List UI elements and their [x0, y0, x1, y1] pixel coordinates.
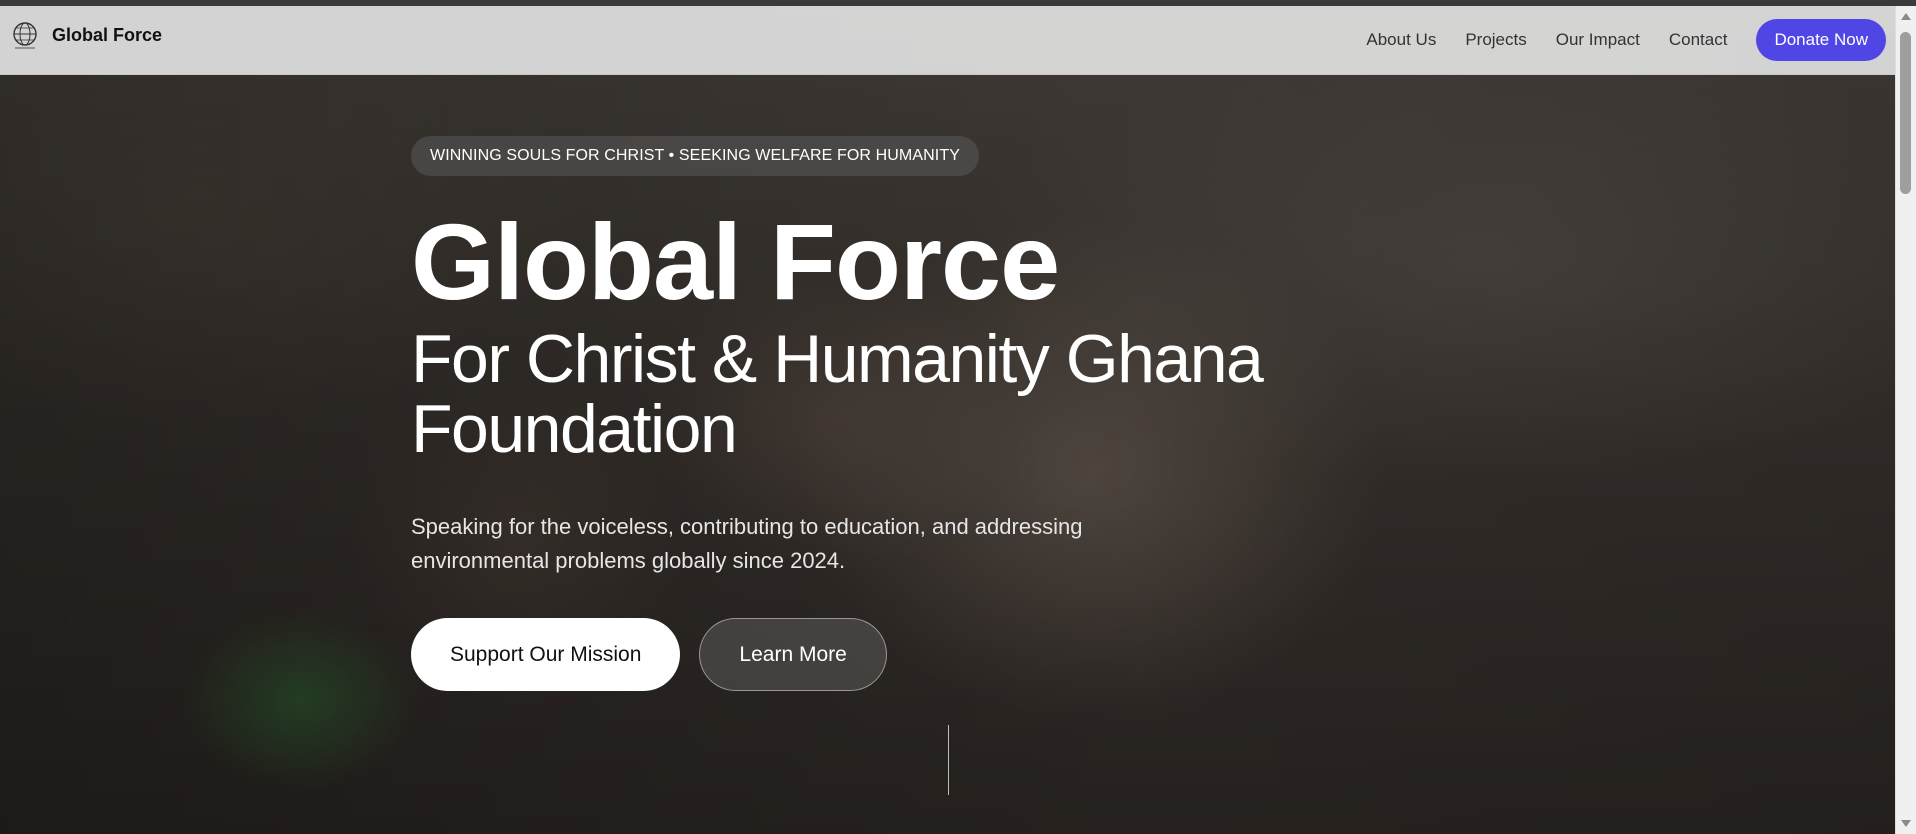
learn-more-button[interactable]: Learn More — [699, 618, 887, 691]
brand-name: Global Force — [52, 24, 163, 45]
nav-link-projects[interactable]: Projects — [1465, 30, 1526, 50]
hero-cta-row: Support Our Mission Learn More — [411, 618, 1411, 691]
scroll-up-arrow-icon[interactable] — [1901, 13, 1911, 20]
globe-cross-icon — [13, 22, 37, 49]
hero-title: Global Force — [411, 201, 1060, 322]
hero-subtitle: For Christ & Humanity Ghana Foundation — [411, 321, 1264, 467]
nav-link-our-impact[interactable]: Our Impact — [1556, 30, 1640, 50]
hero-content: WINNING SOULS FOR CHRIST • SEEKING WELFA… — [411, 136, 1411, 691]
nav-link-about-us[interactable]: About Us — [1366, 30, 1436, 50]
hero-description: Speaking for the voiceless, contributing… — [411, 514, 1083, 573]
scrollbar-thumb[interactable] — [1900, 32, 1911, 194]
nav-link-contact[interactable]: Contact — [1669, 30, 1728, 50]
browser-top-edge — [0, 0, 1916, 6]
nav-links: About Us Projects Our Impact Contact Don… — [1366, 6, 1896, 74]
support-our-mission-button[interactable]: Support Our Mission — [411, 618, 681, 691]
brand[interactable]: Global Force — [10, 20, 162, 50]
donate-now-button[interactable]: Donate Now — [1756, 19, 1886, 61]
scroll-indicator-line — [948, 725, 949, 795]
page-viewport: Global Force About Us Projects Our Impac… — [0, 0, 1896, 834]
page-scrollbar[interactable] — [1895, 6, 1916, 834]
navbar: Global Force About Us Projects Our Impac… — [0, 6, 1896, 75]
scroll-down-arrow-icon[interactable] — [1901, 820, 1911, 827]
hero-tagline-badge: WINNING SOULS FOR CHRIST • SEEKING WELFA… — [411, 136, 979, 176]
